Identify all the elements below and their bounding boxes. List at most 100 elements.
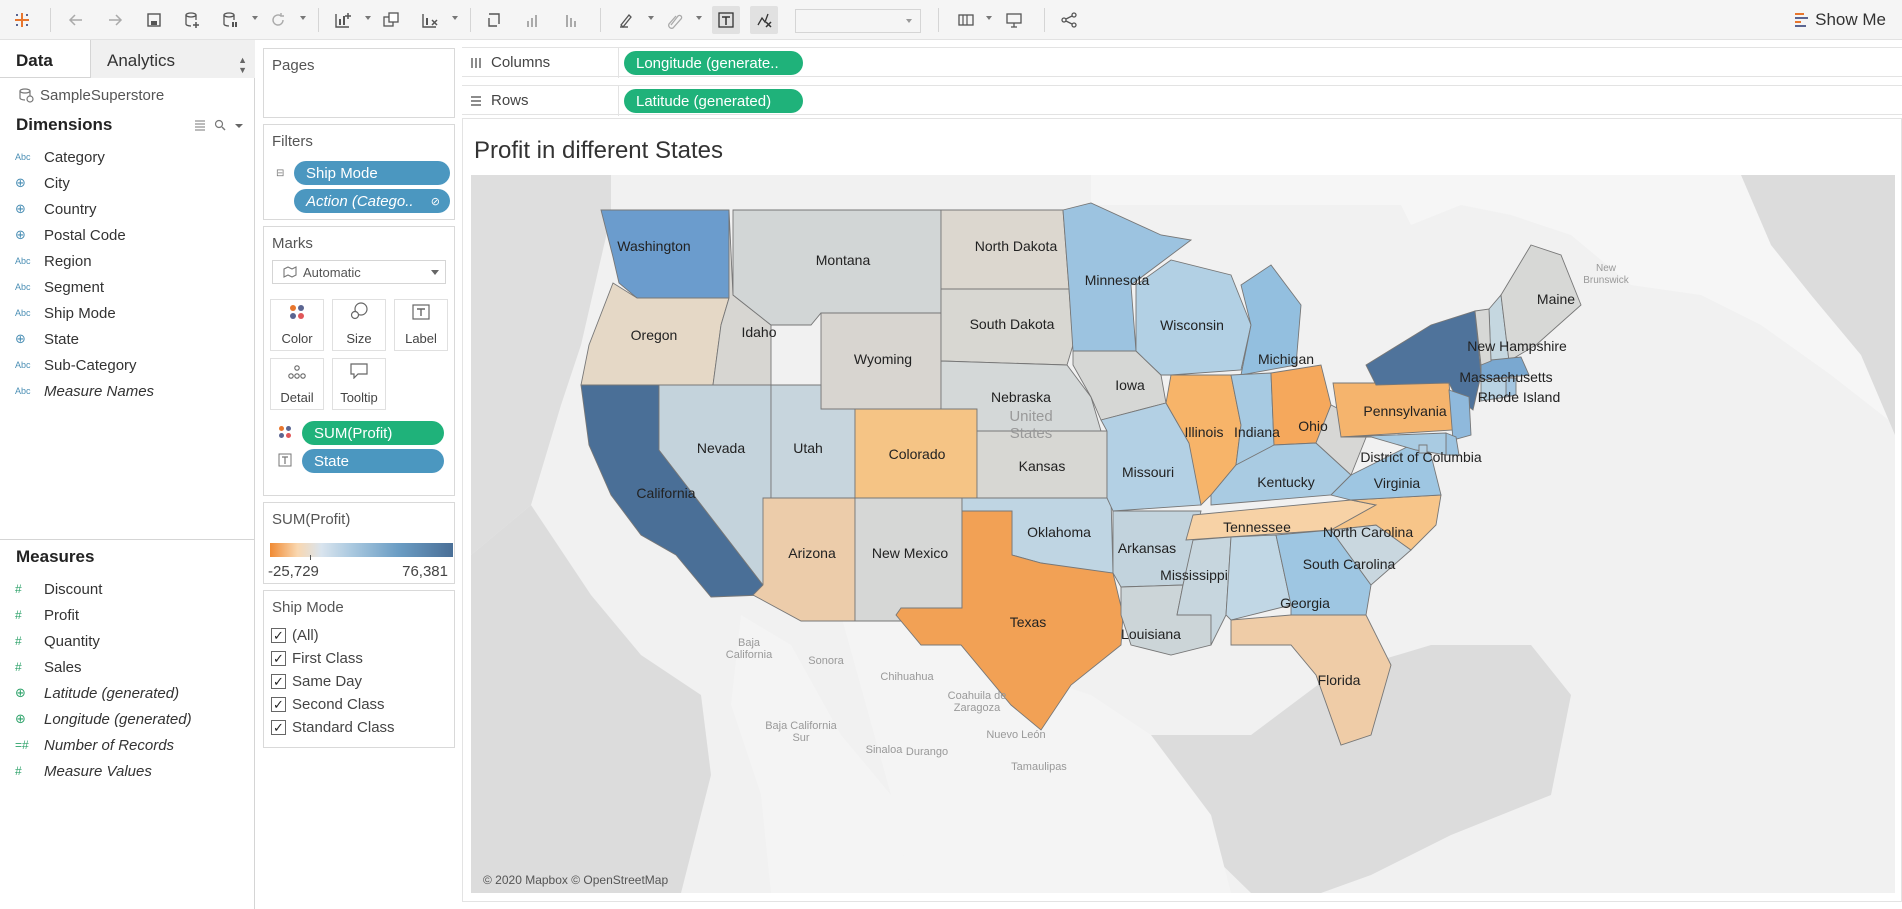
marks-pill-profit[interactable]: SUM(Profit) (302, 421, 444, 445)
field-item[interactable]: ⊕ Latitude (generated) (0, 680, 255, 706)
field-item[interactable]: ⊕ Longitude (generated) (0, 706, 255, 732)
show-cards-dropdown-icon[interactable] (986, 16, 992, 20)
checkbox[interactable]: ✓ (271, 628, 286, 643)
checkbox[interactable]: ✓ (271, 674, 286, 689)
field-item[interactable]: # Discount (0, 576, 255, 602)
checkbox[interactable]: ✓ (271, 697, 286, 712)
shipmode-option[interactable]: ✓ Second Class (264, 693, 454, 716)
columns-shelf[interactable]: Columns Longitude (generate.. (462, 47, 1902, 78)
datasource-item[interactable]: SampleSuperstore (0, 78, 254, 112)
tab-data[interactable]: Data (16, 51, 53, 71)
state-label: Indiana (1234, 424, 1280, 440)
fix-axes-icon[interactable] (750, 6, 778, 34)
field-item[interactable]: ⊕ City (0, 170, 254, 196)
state-new-jersey[interactable] (1448, 389, 1472, 441)
field-item[interactable]: # Sales (0, 654, 255, 680)
basemap-label: Coahuila de (948, 690, 1007, 702)
search-icon[interactable] (214, 119, 226, 131)
group-dropdown-icon[interactable] (696, 16, 702, 20)
state-label: Nevada (697, 440, 745, 456)
show-mark-labels-icon[interactable] (712, 6, 740, 34)
clear-sheet-icon[interactable] (416, 6, 444, 34)
basemap-label: Brunswick (1583, 275, 1630, 286)
measures-section: Measures # Discount # Profit # Quantity # Sales… (0, 544, 255, 784)
field-label: Segment (44, 278, 105, 296)
highlight-dropdown-icon[interactable] (648, 16, 654, 20)
sheet-title[interactable]: Profit in different States (474, 137, 723, 165)
shipmode-filter-card: Ship Mode ✓ (All) ✓ First Class ✓ Same Day ✓ Se… (263, 590, 455, 748)
field-item[interactable]: Abc Ship Mode (0, 300, 254, 326)
rows-pill-latitude[interactable]: Latitude (generated) (624, 89, 803, 113)
save-icon[interactable] (140, 6, 168, 34)
dimensions-list: Abc Category ⊕ City ⊕ Country ⊕ Postal Code Abc R… (0, 144, 254, 404)
duplicate-sheet-icon[interactable] (377, 6, 405, 34)
field-item[interactable]: Abc Region (0, 248, 254, 274)
refresh-dropdown-icon[interactable] (300, 16, 306, 20)
detail-button[interactable]: Detail (270, 358, 324, 410)
pause-dropdown-icon[interactable] (252, 16, 258, 20)
map-copyright[interactable]: © 2020 Mapbox © OpenStreetMap (483, 873, 668, 887)
filter-indicator-icon: ⊟ (276, 168, 285, 179)
sort-ascending-icon[interactable] (519, 6, 547, 34)
size-button[interactable]: Size (332, 299, 386, 351)
new-worksheet-dropdown-icon[interactable] (365, 16, 371, 20)
presentation-mode-icon[interactable] (1000, 6, 1028, 34)
field-item[interactable]: ⊕ Postal Code (0, 222, 254, 248)
measures-title: Measures (16, 547, 95, 566)
label-button[interactable]: Label (394, 299, 448, 351)
field-label: Longitude (generated) (44, 710, 192, 728)
filters-card: Filters ⊟ Ship Mode Action (Catego.. ⊘ (263, 124, 455, 220)
color-button[interactable]: Color (270, 299, 324, 351)
highlight-icon[interactable] (612, 6, 640, 34)
field-item[interactable]: Abc Category (0, 144, 254, 170)
field-label: Region (44, 252, 92, 270)
tooltip-button[interactable]: Tooltip (332, 358, 386, 410)
field-item[interactable]: # Quantity (0, 628, 255, 654)
field-item[interactable]: Abc Measure Names (0, 378, 254, 404)
field-item[interactable]: Abc Segment (0, 274, 254, 300)
shipmode-option[interactable]: ✓ Same Day (264, 670, 454, 693)
mark-type-dropdown[interactable]: Automatic (272, 260, 446, 284)
field-item[interactable]: =# Number of Records (0, 732, 255, 758)
group-members-icon[interactable] (660, 6, 688, 34)
pause-updates-icon[interactable] (216, 6, 244, 34)
show-me-button[interactable]: Show Me (1795, 10, 1886, 30)
undo-icon[interactable] (62, 6, 90, 34)
dimensions-menu-icon[interactable] (234, 119, 244, 131)
map[interactable]: Washington Oregon California Nevada Idaho Mon… (471, 175, 1895, 893)
tableau-logo-icon[interactable] (8, 6, 36, 34)
field-item[interactable]: # Profit (0, 602, 255, 628)
pane-menu-icon[interactable]: ▲ ▼ (238, 55, 247, 75)
sort-descending-icon[interactable] (558, 6, 586, 34)
field-item[interactable]: # Measure Values (0, 758, 255, 784)
shipmode-option[interactable]: ✓ Standard Class (264, 716, 454, 739)
marks-pill-state[interactable]: State (302, 449, 444, 473)
state-label: Virginia (1374, 475, 1421, 491)
redo-icon[interactable] (101, 6, 129, 34)
new-datasource-icon[interactable] (178, 6, 206, 34)
columns-pill-longitude[interactable]: Longitude (generate.. (624, 51, 803, 75)
pages-card[interactable]: Pages (263, 48, 455, 118)
new-worksheet-icon[interactable] (329, 6, 357, 34)
fit-dropdown[interactable] (795, 9, 921, 33)
string-type-icon: Abc (15, 256, 31, 266)
swap-rows-columns-icon[interactable] (481, 6, 509, 34)
field-item[interactable]: ⊕ State (0, 326, 254, 352)
checkbox[interactable]: ✓ (271, 720, 286, 735)
tab-analytics[interactable]: Analytics (107, 51, 175, 71)
map-canvas[interactable]: Washington Oregon California Nevada Idaho Mon… (471, 175, 1895, 893)
field-item[interactable]: ⊕ Country (0, 196, 254, 222)
refresh-icon[interactable] (264, 6, 292, 34)
field-item[interactable]: Abc Sub-Category (0, 352, 254, 378)
filter-pill-action[interactable]: Action (Catego.. ⊘ (294, 189, 450, 213)
shipmode-option[interactable]: ✓ (All) (264, 624, 454, 647)
profit-legend[interactable]: SUM(Profit) -25,729 76,381 (263, 502, 455, 584)
clear-dropdown-icon[interactable] (452, 16, 458, 20)
checkbox[interactable]: ✓ (271, 651, 286, 666)
view-toggle-icon[interactable] (194, 119, 206, 131)
filter-pill-shipmode[interactable]: Ship Mode (294, 161, 450, 185)
shipmode-option[interactable]: ✓ First Class (264, 647, 454, 670)
show-cards-icon[interactable] (952, 6, 980, 34)
rows-shelf[interactable]: Rows Latitude (generated) (462, 85, 1902, 116)
share-icon[interactable] (1055, 6, 1083, 34)
